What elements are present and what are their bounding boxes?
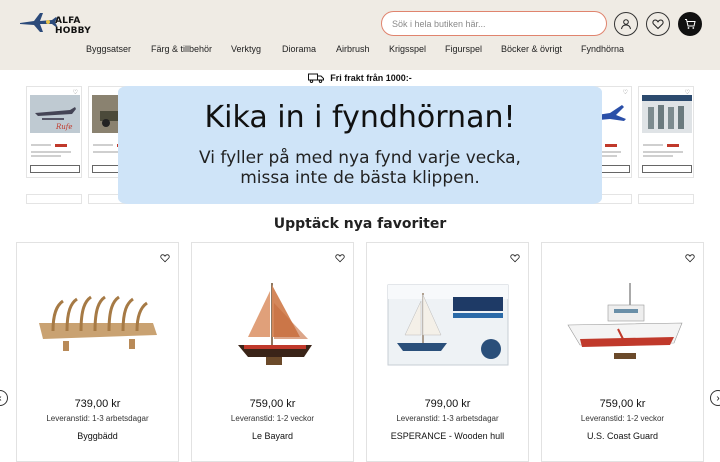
product-price: 759,00 kr [599,398,646,410]
product-lead-time: Leveranstid: 1-2 veckor [580,414,665,423]
nav-airbrush[interactable]: Airbrush [336,44,370,54]
banner-subtitle-line-2: missa inte de bästa klippen. [240,168,480,188]
cart-button[interactable] [678,12,702,36]
carousel-prev-button[interactable]: ‹ [0,390,8,406]
svg-text:Rufe: Rufe [55,123,73,131]
cart-icon [685,19,696,29]
nav-byggsatser[interactable]: Byggsatser [86,44,131,54]
product-card[interactable]: 759,00 kr Leveranstid: 1-2 veckor Le Bay… [191,242,354,462]
product-price: 739,00 kr [74,398,121,410]
truck-icon [308,73,325,83]
seaplane-image: Rufe [30,95,80,133]
wishlist-button[interactable] [646,12,670,36]
product-name[interactable]: ESPERANCE - Wooden hull [367,431,528,441]
airplane-logo-icon [20,13,57,32]
nav-verktyg[interactable]: Verktyg [231,44,261,54]
heart-icon[interactable] [335,253,345,263]
free-shipping-text: Fri frakt från 1000:- [330,73,412,83]
heart-icon[interactable] [160,253,170,263]
free-shipping-bar: Fri frakt från 1000:- [0,70,720,86]
banner-product-thumb: ♡ [638,86,694,178]
nav-fyndhorna[interactable]: Fyndhörna [581,44,624,54]
coast-guard-boat-image [567,283,683,359]
search-input[interactable] [382,12,606,35]
product-name[interactable]: Byggbädd [17,431,178,441]
product-lead-time: Leveranstid: 1-3 arbetsdagar [396,414,499,423]
section-title: Upptäck nya favoriter [273,216,447,232]
banner-product-thumb [638,194,694,204]
nav-diorama[interactable]: Diorama [282,44,316,54]
alfa-hobby-logo[interactable]: ALFA HOBBY [18,10,108,36]
account-button[interactable] [614,12,638,36]
product-lead-time: Leveranstid: 1-2 veckor [230,414,315,423]
soldier-figures-image [642,95,692,133]
banner-subtitle: Vi fyller på med nya fynd varje vecka, m… [118,148,602,188]
chevron-left-icon: ‹ [0,393,2,404]
banner-product-thumb: ♡ Rufe [26,86,82,178]
hero-banner[interactable]: ♡ Rufe ♡ ♡ Kika in i fyndhörnan! Vi fyll… [0,86,720,204]
boxed-sailboat-image [387,284,509,366]
logo-text: ALFA HOBBY [55,16,91,36]
heart-icon[interactable] [510,253,520,263]
carousel-next-button[interactable]: › [710,390,720,406]
sailboat-image [238,283,312,365]
nav-farg-tillbehor[interactable]: Färg & tillbehör [151,44,212,54]
heart-icon [652,19,664,30]
main-navigation: Byggsatser Färg & tillbehör Verktyg Dior… [0,44,720,58]
nav-figurspel[interactable]: Figurspel [445,44,482,54]
nav-krigsspel[interactable]: Krigsspel [389,44,426,54]
product-name[interactable]: Le Bayard [192,431,353,441]
product-lead-time: Leveranstid: 1-3 arbetsdagar [46,414,149,423]
user-icon [621,19,631,30]
banner-message: Kika in i fyndhörnan! Vi fyller på med n… [118,86,602,204]
heart-icon[interactable] [685,253,695,263]
product-name[interactable]: U.S. Coast Guard [542,431,703,441]
banner-subtitle-line-1: Vi fyller på med nya fynd varje vecka, [199,148,521,168]
nav-bocker-ovrigt[interactable]: Böcker & övrigt [501,44,562,54]
product-price: 759,00 kr [249,398,296,410]
product-card[interactable]: 739,00 kr Leveranstid: 1-3 arbetsdagar B… [16,242,179,462]
product-price: 799,00 kr [424,398,471,410]
product-card[interactable]: 759,00 kr Leveranstid: 1-2 veckor U.S. C… [541,242,704,462]
banner-product-thumb [26,194,82,204]
ship-frame-image [39,295,157,351]
search-box[interactable] [381,11,607,36]
chevron-right-icon: › [716,392,720,404]
banner-title: Kika in i fyndhörnan! [204,100,516,135]
product-card[interactable]: 799,00 kr Leveranstid: 1-3 arbetsdagar E… [366,242,529,462]
site-header: ALFA HOBBY Byggsatser Färg & tillbehör V… [0,0,720,70]
